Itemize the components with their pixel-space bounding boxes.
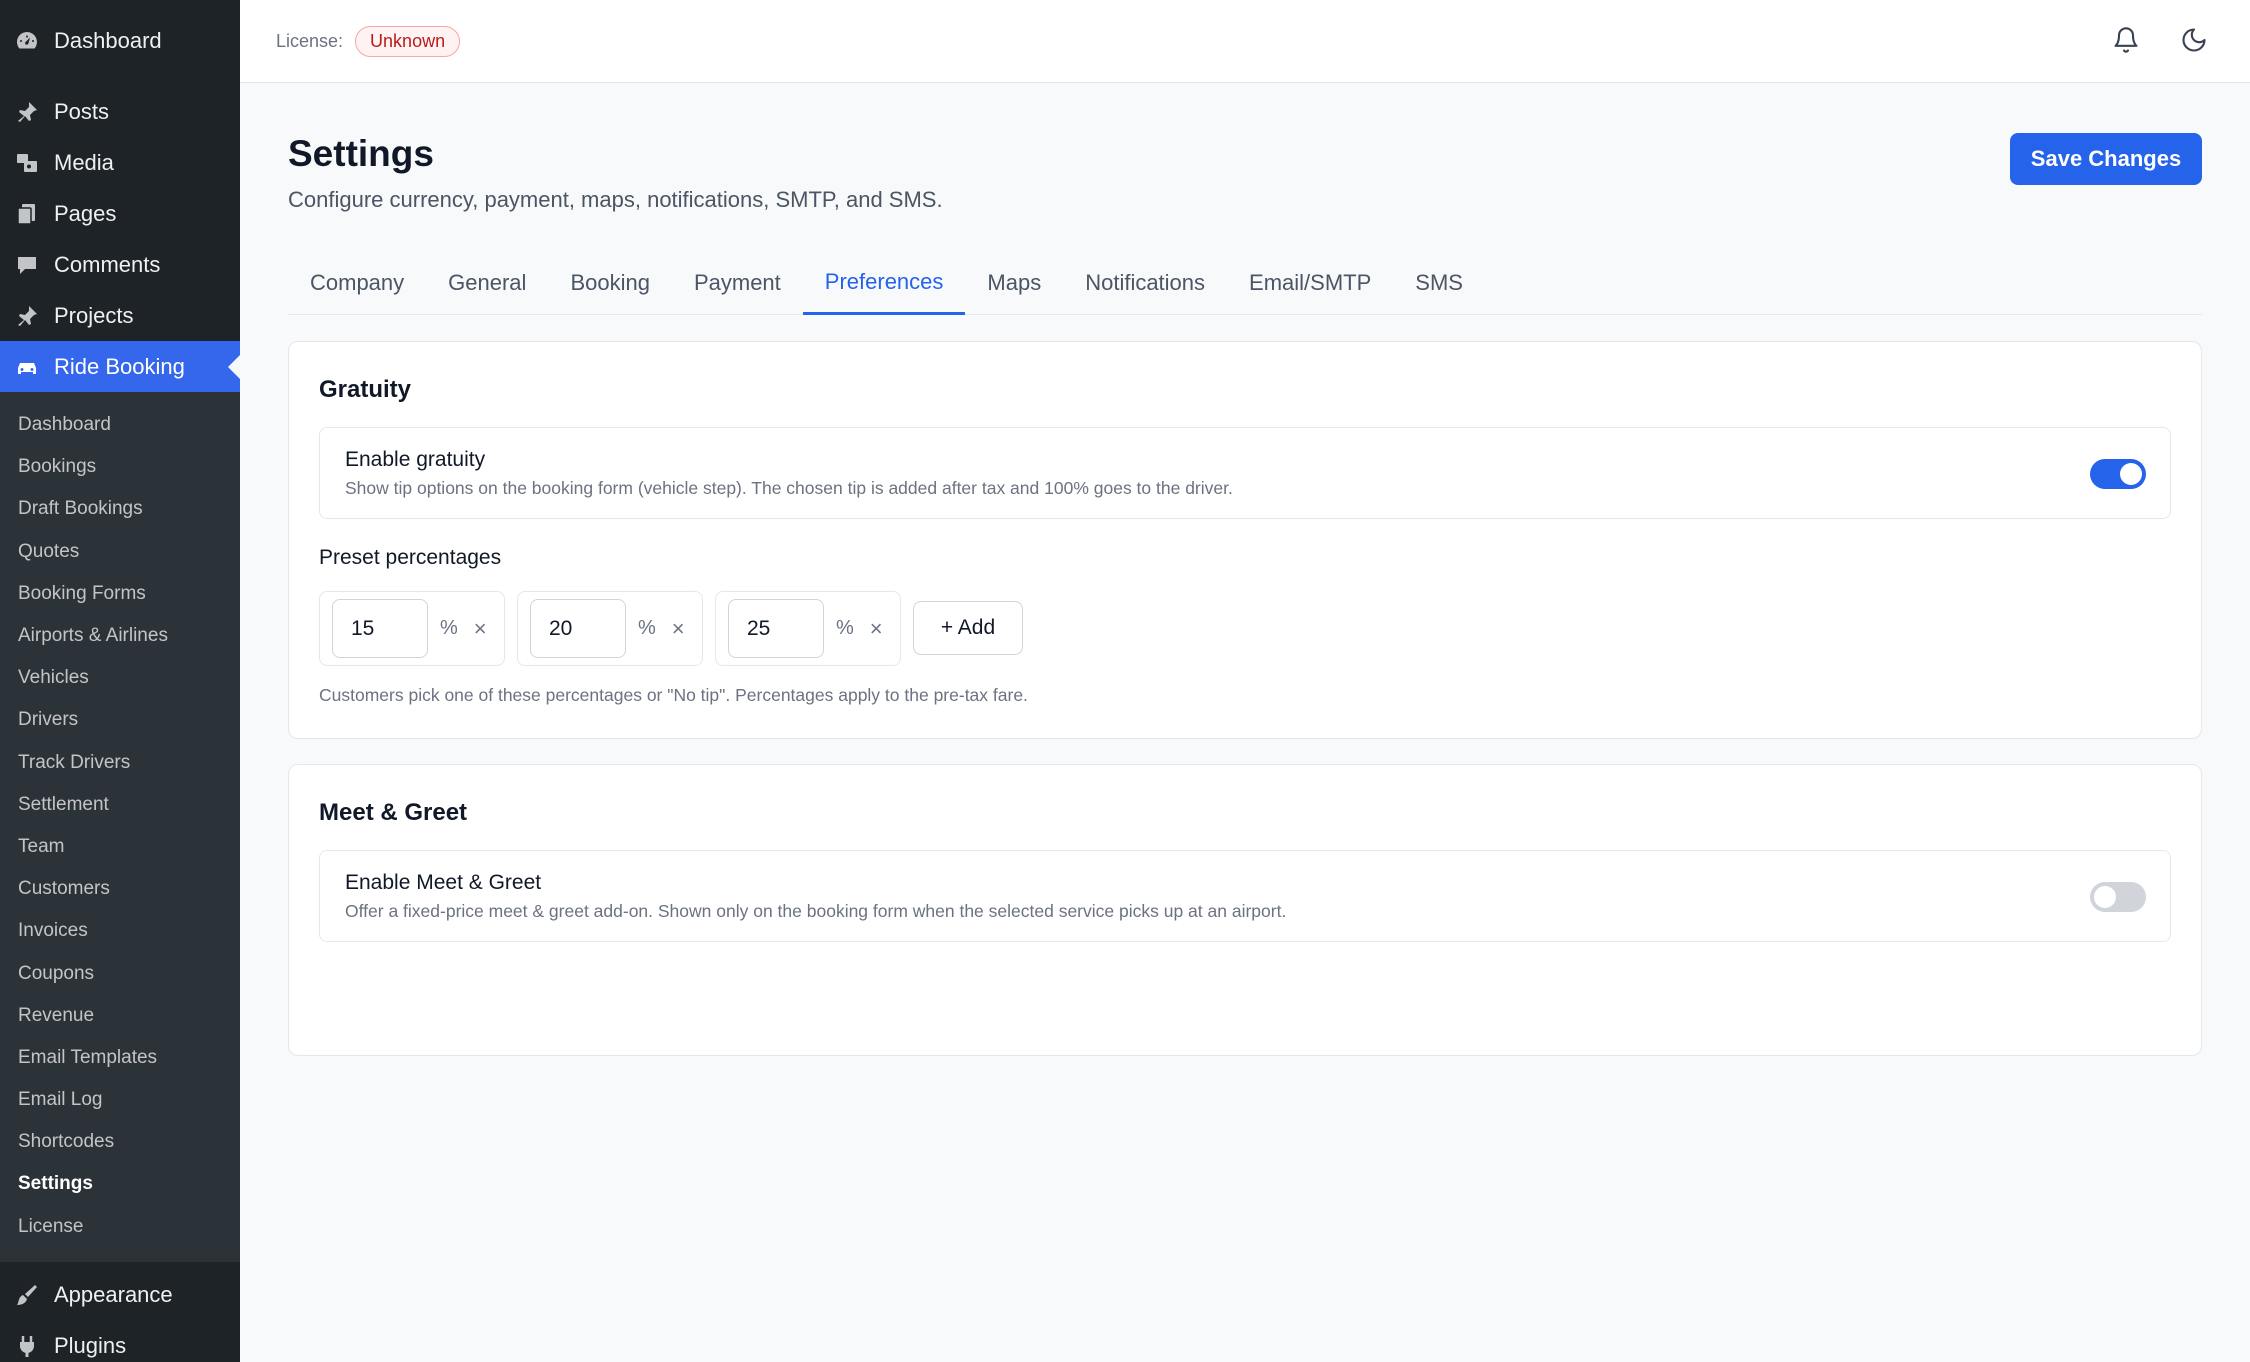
add-preset-button[interactable]: + Add <box>913 601 1023 655</box>
enable-gratuity-toggle[interactable] <box>2090 459 2146 489</box>
meet-greet-title: Meet & Greet <box>319 799 468 826</box>
submenu-item-customers[interactable]: Customers <box>0 868 240 910</box>
sidebar-item-plugins[interactable]: Plugins <box>0 1321 240 1362</box>
submenu-item-email-templates[interactable]: Email Templates <box>0 1037 240 1079</box>
media-icon <box>14 150 40 176</box>
preset-chip: % × <box>517 591 703 666</box>
tab-preferences[interactable]: Preferences <box>802 251 966 315</box>
remove-preset-icon[interactable]: × <box>672 616 685 642</box>
remove-preset-icon[interactable]: × <box>474 616 487 642</box>
submenu-item-team[interactable]: Team <box>0 826 240 868</box>
enable-meet-greet-label: Enable Meet & Greet <box>345 871 542 894</box>
preset-chip: % × <box>715 591 901 666</box>
enable-meet-greet-description: Offer a fixed-price meet & greet add-on.… <box>345 901 1287 921</box>
save-changes-button[interactable]: Save Changes <box>2010 133 2202 185</box>
remove-preset-icon[interactable]: × <box>870 616 883 642</box>
sidebar-item-pages[interactable]: Pages <box>0 188 240 239</box>
sidebar-item-label: Media <box>54 149 114 175</box>
top-bar: License: Unknown <box>240 0 2250 83</box>
page-subtitle: Configure currency, payment, maps, notif… <box>288 187 943 212</box>
car-icon <box>14 354 40 380</box>
gratuity-card: Gratuity Enable gratuity Show tip option… <box>288 341 2202 739</box>
tab-email-smtp[interactable]: Email/SMTP <box>1227 251 1393 315</box>
page-title: Settings <box>288 133 434 174</box>
submenu-item-settings[interactable]: Settings <box>0 1163 240 1205</box>
preset-note: Customers pick one of these percentages … <box>319 685 1028 705</box>
tab-notifications[interactable]: Notifications <box>1063 251 1227 315</box>
submenu-item-revenue[interactable]: Revenue <box>0 995 240 1037</box>
percent-symbol: % <box>638 617 656 639</box>
toggle-knob <box>2094 886 2116 908</box>
sidebar-item-label: Comments <box>54 251 161 277</box>
bell-icon[interactable] <box>2110 24 2142 56</box>
toggle-knob <box>2120 463 2142 485</box>
submenu-item-quotes[interactable]: Quotes <box>0 531 240 573</box>
enable-gratuity-label: Enable gratuity <box>345 448 486 471</box>
preset-percentage-input[interactable] <box>332 599 428 658</box>
pin-icon <box>14 99 40 125</box>
sidebar-item-label: Posts <box>54 98 110 124</box>
sidebar-item-dashboard[interactable]: Dashboard <box>0 0 240 86</box>
pin-icon <box>14 303 40 329</box>
submenu-item-booking-forms[interactable]: Booking Forms <box>0 573 240 615</box>
sidebar-item-appearance[interactable]: Appearance <box>0 1270 240 1321</box>
tab-company[interactable]: Company <box>288 251 426 315</box>
license-label: License: <box>276 30 344 51</box>
preset-percentage-input[interactable] <box>728 599 824 658</box>
tab-general[interactable]: General <box>426 251 548 315</box>
plugin-icon <box>14 1333 40 1359</box>
pages-icon <box>14 201 40 227</box>
submenu-item-drivers[interactable]: Drivers <box>0 699 240 741</box>
preset-percentages-label: Preset percentages <box>319 546 502 569</box>
percent-symbol: % <box>836 617 854 639</box>
submenu-item-invoices[interactable]: Invoices <box>0 910 240 952</box>
comment-icon <box>14 252 40 278</box>
sidebar-item-media[interactable]: Media <box>0 137 240 188</box>
submenu-item-draft-bookings[interactable]: Draft Bookings <box>0 488 240 530</box>
meet-greet-card: Meet & Greet Enable Meet & Greet Offer a… <box>288 764 2202 1056</box>
submenu-item-bookings[interactable]: Bookings <box>0 446 240 488</box>
sidebar-item-label: Plugins <box>54 1333 127 1359</box>
submenu-item-license[interactable]: License <box>0 1206 240 1248</box>
tab-payment[interactable]: Payment <box>672 251 803 315</box>
brush-icon <box>14 1282 40 1308</box>
enable-gratuity-row: Enable gratuity Show tip options on the … <box>319 427 2171 519</box>
license-status-badge: Unknown <box>355 25 461 57</box>
tab-sms[interactable]: SMS <box>1393 251 1485 315</box>
preset-percentage-input[interactable] <box>530 599 626 658</box>
admin-sidebar: Dashboard Posts Media Pages Comments Pro… <box>0 0 240 1362</box>
ride-booking-submenu: Dashboard Bookings Draft Bookings Quotes… <box>0 392 240 1262</box>
submenu-item-dashboard[interactable]: Dashboard <box>0 404 240 446</box>
enable-meet-greet-toggle[interactable] <box>2090 882 2146 912</box>
settings-tabs: Company General Booking Payment Preferen… <box>288 251 2202 315</box>
sidebar-item-posts[interactable]: Posts <box>0 86 240 137</box>
submenu-item-settlement[interactable]: Settlement <box>0 784 240 826</box>
gratuity-title: Gratuity <box>319 376 412 403</box>
sidebar-item-label: Pages <box>54 200 117 226</box>
sidebar-item-label: Ride Booking <box>54 353 185 379</box>
tab-maps[interactable]: Maps <box>965 251 1063 315</box>
preset-percentages-row: % × % × % × + Add <box>319 591 1023 666</box>
dashboard-icon <box>14 28 40 54</box>
moon-icon[interactable] <box>2178 24 2210 56</box>
submenu-item-airports-airlines[interactable]: Airports & Airlines <box>0 615 240 657</box>
sidebar-item-label: Appearance <box>54 1282 173 1308</box>
sidebar-item-projects[interactable]: Projects <box>0 290 240 341</box>
enable-meet-greet-row: Enable Meet & Greet Offer a fixed-price … <box>319 850 2171 942</box>
sidebar-item-ride-booking[interactable]: Ride Booking <box>0 341 240 392</box>
sidebar-item-comments[interactable]: Comments <box>0 239 240 290</box>
preset-chip: % × <box>319 591 505 666</box>
tab-booking[interactable]: Booking <box>548 251 672 315</box>
sidebar-item-label: Dashboard <box>54 28 162 53</box>
sidebar-item-label: Projects <box>54 302 134 328</box>
percent-symbol: % <box>440 617 458 639</box>
submenu-item-shortcodes[interactable]: Shortcodes <box>0 1121 240 1163</box>
submenu-item-email-log[interactable]: Email Log <box>0 1079 240 1121</box>
submenu-item-track-drivers[interactable]: Track Drivers <box>0 742 240 784</box>
submenu-item-vehicles[interactable]: Vehicles <box>0 657 240 699</box>
submenu-item-coupons[interactable]: Coupons <box>0 952 240 994</box>
enable-gratuity-description: Show tip options on the booking form (ve… <box>345 478 1233 498</box>
